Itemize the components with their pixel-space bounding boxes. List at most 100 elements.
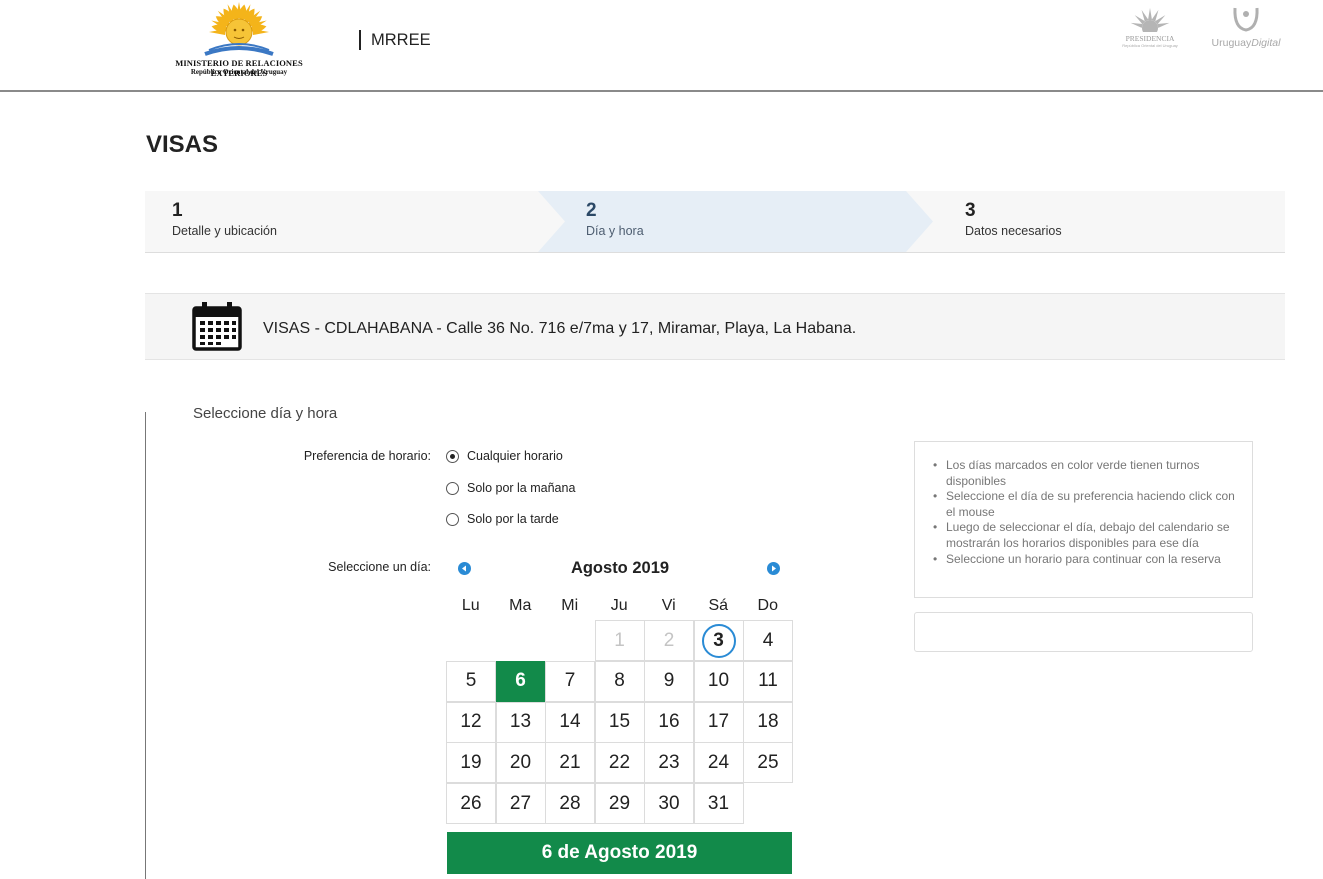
step-2[interactable]: 2 Día y hora: [586, 200, 644, 240]
calendar-day-22[interactable]: 22: [594, 742, 645, 784]
calendar-day-8[interactable]: 8: [594, 660, 645, 702]
calendar-day-30[interactable]: 30: [644, 783, 694, 825]
calendar-day-20[interactable]: 20: [495, 742, 546, 784]
step-3[interactable]: 3 Datos necesarios: [965, 200, 1062, 240]
site-header: MINISTERIO DE RELACIONES EXTERIORES Repú…: [0, 0, 1323, 92]
uruguay-digital-logo[interactable]: UruguayDigital: [1204, 4, 1288, 52]
calendar-day-number: 4: [762, 629, 774, 651]
calendar-day-25[interactable]: 25: [743, 742, 793, 784]
ministry-logo-subtitle: República Oriental del Uruguay: [190, 68, 288, 76]
radio-label: Solo por la tarde: [467, 512, 559, 526]
calendar-day-number: 13: [509, 711, 532, 733]
selected-date-display: 6 de Agosto 2019: [447, 832, 792, 874]
calendar-day-16[interactable]: 16: [644, 701, 694, 743]
weekday-header: Sá: [708, 597, 729, 614]
calendar-day-number: 21: [559, 751, 581, 773]
radio-afternoon[interactable]: Solo por la tarde: [446, 511, 559, 527]
calendar-day-28[interactable]: 28: [545, 783, 595, 825]
location-banner: VISAS - CDLAHABANA - Calle 36 No. 716 e/…: [145, 293, 1285, 360]
radio-button[interactable]: [446, 512, 459, 526]
calendar-day-2: 2: [644, 620, 694, 661]
brand-name[interactable]: MRREE: [371, 31, 431, 50]
brand-divider: [359, 30, 361, 50]
calendar-day-24[interactable]: 24: [693, 742, 744, 784]
ministry-logo[interactable]: MINISTERIO DE RELACIONES EXTERIORES Repú…: [146, 2, 332, 78]
radio-button[interactable]: [446, 481, 459, 495]
calendar-day-26[interactable]: 26: [446, 783, 496, 825]
uruguay-digital-text-a: Uruguay: [1211, 37, 1252, 49]
calendar-day-number: 1: [614, 629, 625, 651]
calendar-day-number: 25: [757, 751, 779, 773]
next-month-button[interactable]: [767, 562, 780, 575]
calendar-day-7[interactable]: 7: [545, 660, 595, 702]
calendar-day-19[interactable]: 19: [446, 742, 496, 784]
step-number: 3: [965, 200, 976, 221]
calendar-day-4[interactable]: 4: [743, 620, 793, 661]
sun-logo-icon: [204, 2, 274, 56]
calendar-day-number: 14: [559, 711, 581, 733]
step-number: 2: [586, 200, 597, 221]
calendar-day-number: 18: [757, 711, 779, 733]
section-title: Seleccione día y hora: [193, 405, 338, 422]
calendar-day-29[interactable]: 29: [594, 783, 645, 825]
calendar-day-21[interactable]: 21: [545, 742, 595, 784]
step-number: 1: [172, 200, 183, 221]
step-label: Día y hora: [586, 224, 644, 238]
calendar-day-23[interactable]: 23: [644, 742, 694, 784]
calendar-day-number: 5: [465, 670, 477, 692]
calendar-day-10[interactable]: 10: [693, 660, 744, 702]
weekday-header: Mi: [561, 597, 579, 614]
step-label: Detalle y ubicación: [172, 224, 277, 238]
calendar-day-number: 16: [658, 711, 680, 733]
uruguay-digital-text: UruguayDigital: [1204, 37, 1288, 49]
calendar-day-11[interactable]: 11: [743, 660, 793, 702]
weekday-header: Ma: [509, 597, 532, 614]
calendar-day-31[interactable]: 31: [693, 783, 744, 825]
step-label: Datos necesarios: [965, 224, 1062, 238]
prev-month-button[interactable]: [458, 562, 471, 575]
calendar-day-1: 1: [594, 620, 645, 661]
calendar-day-17[interactable]: 17: [693, 701, 744, 743]
calendar-day-18[interactable]: 18: [743, 701, 793, 743]
instruction-item: Seleccione un horario para continuar con…: [933, 552, 1238, 568]
radio-label: Solo por la mañana: [467, 481, 576, 495]
calendar-day-number: 8: [614, 670, 625, 692]
calendar-day-9[interactable]: 9: [644, 660, 694, 702]
calendar-day-number: 11: [758, 670, 778, 692]
uruguay-digital-icon: [1233, 7, 1259, 32]
calendar-day-number: 15: [608, 711, 631, 733]
calendar-day-number: 30: [658, 792, 680, 814]
weekday-header: Lu: [461, 597, 480, 614]
calendar-day-3[interactable]: 3: [693, 620, 744, 661]
calendar-day-number: 12: [460, 711, 482, 733]
page-title: VISAS: [146, 131, 219, 158]
calendar-day-number: 20: [509, 751, 532, 773]
presidencia-logo[interactable]: PRESIDENCIA República Oriental del Urugu…: [1110, 6, 1190, 52]
radio-label: Cualquier horario: [467, 449, 563, 463]
calendar-icon: [192, 302, 242, 351]
calendar-day-number: 22: [608, 751, 631, 773]
calendar-day-14[interactable]: 14: [545, 701, 595, 743]
wizard-steps: 1 Detalle y ubicación 2 Día y hora 3 Dat…: [145, 191, 1285, 253]
calendar-day-12[interactable]: 12: [446, 701, 496, 743]
calendar-day-number: 26: [460, 792, 482, 814]
day-label: Seleccione un día:: [328, 560, 431, 574]
calendar-day-5[interactable]: 5: [446, 660, 496, 702]
weekday-header: Vi: [661, 597, 676, 614]
step-1[interactable]: 1 Detalle y ubicación: [172, 200, 277, 240]
calendar-day-27[interactable]: 27: [495, 783, 546, 825]
radio-any-time[interactable]: Cualquier horario: [446, 448, 563, 464]
calendar-day-number: 27: [509, 792, 532, 814]
calendar-day-6[interactable]: 6: [495, 660, 546, 702]
radio-morning[interactable]: Solo por la mañana: [446, 480, 575, 496]
radio-button[interactable]: [446, 449, 459, 463]
calendar-day-number: 10: [707, 670, 730, 692]
chevron-left-icon: [462, 565, 466, 572]
chevron-right-icon: [772, 565, 776, 572]
calendar-day-number: 3: [701, 623, 736, 658]
calendar-day-13[interactable]: 13: [495, 701, 546, 743]
time-slots-box: [914, 612, 1253, 652]
calendar-day-number: 17: [707, 711, 730, 733]
calendar-day-number: 23: [658, 751, 680, 773]
calendar-day-15[interactable]: 15: [594, 701, 645, 743]
